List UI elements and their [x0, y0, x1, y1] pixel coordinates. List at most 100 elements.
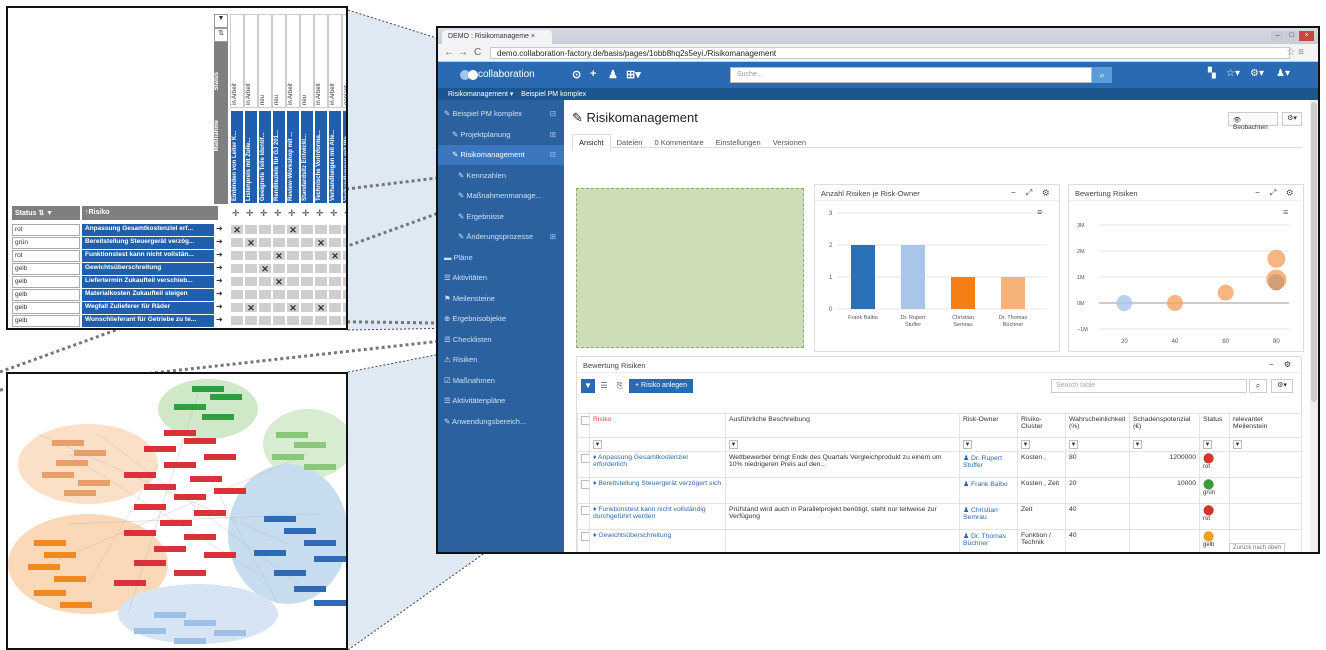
close-window-icon[interactable]: ×	[1299, 31, 1314, 41]
sidebar-item[interactable]: ⚠ Risiken	[438, 350, 564, 370]
sidebar-item[interactable]: ✎ Änderungsprozesse ⊞	[438, 227, 564, 247]
matrix-cell[interactable]	[328, 315, 342, 326]
measure-column-header[interactable]: Einbinden von Leiter K...	[230, 110, 244, 204]
sidebar-item[interactable]: ☰ Checklisten	[438, 330, 564, 350]
matrix-cell-marked[interactable]: ✕	[230, 224, 244, 235]
sidebar-item[interactable]: ✎ Beispiel PM komplex ⊟	[438, 104, 564, 124]
matrix-cell[interactable]	[300, 289, 314, 300]
sidebar-item[interactable]: ✎ Maßnahmenmanage...	[438, 186, 564, 206]
scatter-point[interactable]	[1267, 249, 1286, 268]
back-icon[interactable]: ←	[444, 47, 454, 58]
add-link-icon[interactable]: ✛	[232, 208, 240, 219]
column-header[interactable]: Risiko	[589, 413, 726, 438]
sidebar-item[interactable]: ☑ Maßnahmen	[438, 371, 564, 391]
expand-icon[interactable]: ⊞	[550, 130, 556, 139]
table-row[interactable]: ♦ Funktionstest kann nicht vollständig d…	[577, 503, 1302, 530]
back-to-top-link[interactable]: Zurück nach oben	[1229, 543, 1286, 552]
matrix-cell[interactable]	[258, 224, 272, 235]
panel-controls[interactable]: − ⤢ ⚙	[1255, 188, 1297, 198]
matrix-cell[interactable]	[314, 289, 328, 300]
column-header[interactable]: Wahrscheinlichkeit (%)	[1065, 413, 1130, 438]
bar[interactable]	[851, 245, 875, 309]
bar[interactable]	[901, 245, 925, 309]
select-all-checkbox[interactable]	[577, 413, 590, 438]
matrix-cell-marked[interactable]: ✕	[342, 302, 346, 313]
matrix-cell[interactable]	[314, 315, 328, 326]
column-filter[interactable]: ▼	[1199, 437, 1230, 452]
matrix-row-risk[interactable]: Wegfall Zulieferer für Räder	[82, 302, 214, 314]
column-header[interactable]: Status	[1199, 413, 1230, 438]
matrix-sort-icon[interactable]: ⇅	[214, 28, 228, 42]
matrix-cell-marked[interactable]: ✕	[314, 237, 328, 248]
scatter-point[interactable]	[1266, 269, 1287, 290]
matrix-row-risk[interactable]: Liefertermin Zukaufteil verschieb...	[82, 276, 214, 288]
matrix-cell[interactable]	[300, 250, 314, 261]
sidebar-item[interactable]: ▬ Pläne	[438, 248, 564, 268]
row-checkbox[interactable]	[577, 451, 590, 478]
filter-icon[interactable]: ▼	[581, 379, 595, 393]
matrix-row-arrow-icon[interactable]: ➜	[216, 237, 223, 246]
sidebar-item[interactable]: ✎ Projektplanung ⊞	[438, 125, 564, 145]
table-search-icon[interactable]: ⌕	[1249, 379, 1267, 393]
browser-tab[interactable]: DEMO : Risikomanageme ×	[442, 30, 552, 44]
matrix-cell[interactable]	[230, 250, 244, 261]
measure-column-header[interactable]: Listenpreis mit Zulie...	[244, 110, 258, 204]
matrix-cell[interactable]	[258, 250, 272, 261]
column-header[interactable]: Ausführliche Beschreibung	[725, 413, 960, 438]
matrix-cell[interactable]	[328, 302, 342, 313]
sidebar-item[interactable]: ✎ Ergebnisse	[438, 207, 564, 227]
matrix-row-risk[interactable]: Materialkosten Zukaufteil steigen	[82, 289, 214, 301]
matrix-cell[interactable]	[328, 224, 342, 235]
matrix-cell[interactable]	[272, 224, 286, 235]
matrix-cell[interactable]	[300, 276, 314, 287]
export-icon[interactable]: ⎘	[613, 379, 627, 393]
matrix-cell[interactable]	[286, 250, 300, 261]
recent-icon[interactable]: ⊙	[572, 68, 581, 81]
chart-menu-icon[interactable]: ≡	[1037, 207, 1042, 217]
matrix-cell[interactable]	[272, 289, 286, 300]
help-icon[interactable]: ⚙▾	[1250, 68, 1264, 79]
reload-icon[interactable]: C	[474, 47, 481, 58]
matrix-cell-marked[interactable]: ✕	[314, 302, 328, 313]
column-filter[interactable]: ▼	[725, 437, 960, 452]
sidebar-item[interactable]: ✎ Kennzahlen	[438, 166, 564, 186]
matrix-cell[interactable]	[258, 276, 272, 287]
matrix-cell[interactable]	[342, 250, 346, 261]
favorites-icon[interactable]: ☆▾	[1226, 68, 1240, 79]
apps-grid-icon[interactable]: ⊞▾	[626, 68, 641, 81]
sidebar-item[interactable]: ☰ Aktivitätenpläne	[438, 391, 564, 411]
matrix-filter-icon[interactable]: ▼	[214, 14, 228, 28]
column-filter[interactable]: ▼	[959, 437, 1018, 452]
breadcrumb-item-1[interactable]: Risikomanagement	[448, 91, 508, 98]
page-settings-icon[interactable]: ⚙▾	[1282, 112, 1302, 126]
matrix-cell[interactable]	[328, 237, 342, 248]
risk-link[interactable]: Bereitstellung Steuergerät verzögert sic…	[598, 480, 721, 487]
add-link-icon[interactable]: ✛	[302, 208, 310, 219]
column-header[interactable]: Risk-Owner	[959, 413, 1018, 438]
matrix-row-arrow-icon[interactable]: ➜	[216, 224, 223, 233]
matrix-cell[interactable]	[286, 237, 300, 248]
logo-text[interactable]: collaboration	[478, 69, 535, 80]
notification-icon[interactable]: ▚	[1208, 68, 1216, 79]
sidebar-item[interactable]: ⚑ Meilensteine	[438, 289, 564, 309]
bar[interactable]	[1001, 277, 1025, 309]
measure-column-header[interactable]: Verhandlungen mit Wo...	[342, 110, 346, 204]
add-link-icon[interactable]: ✛	[288, 208, 296, 219]
url-field[interactable]: demo.collaboration-factory.de/basis/page…	[490, 47, 1290, 59]
add-link-icon[interactable]: ✛	[260, 208, 268, 219]
bar[interactable]	[951, 277, 975, 309]
list-view-icon[interactable]: ☰	[597, 379, 611, 393]
matrix-cell[interactable]	[300, 315, 314, 326]
tab-ansicht[interactable]: Ansicht	[572, 134, 611, 151]
table-search-input[interactable]: Search table	[1051, 379, 1247, 393]
matrix-cell[interactable]	[300, 302, 314, 313]
matrix-cell[interactable]	[342, 289, 346, 300]
matrix-cell[interactable]	[244, 276, 258, 287]
tab-versionen[interactable]: Versionen	[767, 135, 812, 150]
matrix-cell-marked[interactable]: ✕	[258, 263, 272, 274]
add-link-icon[interactable]: ✛	[274, 208, 282, 219]
matrix-cell[interactable]	[258, 302, 272, 313]
matrix-cell[interactable]	[300, 237, 314, 248]
matrix-cell[interactable]	[244, 224, 258, 235]
sidebar-item[interactable]: ☰ Aktivitäten	[438, 268, 564, 288]
